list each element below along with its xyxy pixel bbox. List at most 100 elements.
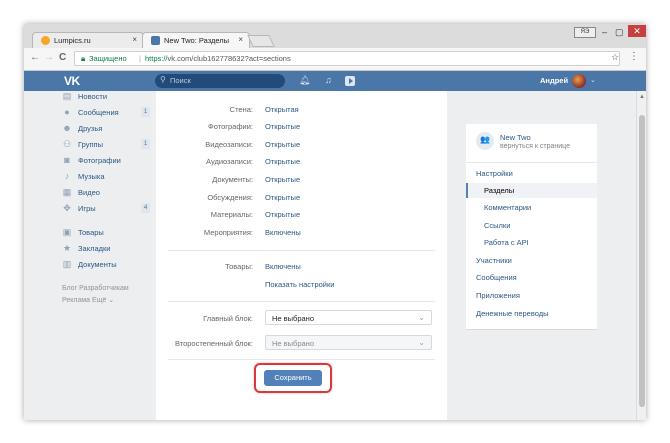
sidebar-item-music[interactable]: ♪ Музыка: [62, 170, 148, 184]
menu-item-comments[interactable]: Комментарии: [466, 200, 597, 215]
sidebar-item-news[interactable]: ▤ Новости: [62, 91, 148, 104]
section-value-link[interactable]: Включены: [265, 262, 301, 271]
section-label: Мероприятия:: [203, 228, 253, 237]
new-tab-button[interactable]: [247, 35, 275, 47]
sidebar-item-messages[interactable]: ● Сообщения 1: [62, 106, 150, 120]
section-row-videos: Видеозаписи: Открытые: [156, 140, 447, 152]
secondary-block-select[interactable]: Не выбрано ⌄: [265, 335, 432, 350]
menu-item-links[interactable]: Ссылки: [466, 218, 597, 233]
user-name[interactable]: Андрей: [540, 76, 568, 85]
maximize-button[interactable]: ▢: [615, 27, 624, 38]
menu-item-label: Сообщения: [476, 273, 517, 282]
section-value-link[interactable]: Открытые: [265, 210, 300, 219]
forward-button[interactable]: →: [44, 52, 54, 63]
vk-favicon-icon: [151, 36, 160, 45]
tab-close-icon[interactable]: ×: [132, 35, 137, 44]
sidebar-item-goods[interactable]: ▣ Товары: [62, 226, 148, 240]
music-note-icon[interactable]: ♫: [325, 75, 332, 85]
page-scrollbar[interactable]: ▲: [636, 91, 646, 420]
section-row-audio: Аудиозаписи: Открытые: [156, 157, 447, 169]
avatar[interactable]: [572, 74, 586, 88]
menu-item-sections[interactable]: Разделы: [466, 183, 597, 198]
address-separator: |: [139, 54, 141, 63]
news-icon: ▤: [62, 91, 72, 101]
section-label: Аудиозаписи:: [206, 157, 253, 166]
photos-icon: ◙: [64, 155, 70, 165]
play-icon[interactable]: [345, 76, 355, 86]
tab-title: New Two: Разделы: [164, 36, 230, 45]
tab-lumpics[interactable]: Lumpics.ru ×: [32, 32, 144, 48]
menu-item-members[interactable]: Участники: [466, 253, 597, 268]
search-icon: ⚲: [160, 75, 166, 84]
address-bar[interactable]: 🔒︎ Защищено | https://vk.com/club1627786…: [74, 51, 620, 66]
footer-links-more[interactable]: Реклама Ещё ⌄: [62, 296, 114, 304]
section-value-link[interactable]: Открытая: [265, 105, 299, 114]
window-close-button[interactable]: ✕: [628, 25, 646, 37]
chevron-down-icon[interactable]: ⌄: [590, 76, 596, 84]
bell-icon[interactable]: 🔔︎: [299, 75, 310, 86]
select-value: Не выбрано: [272, 314, 314, 323]
section-value-link[interactable]: Включены: [265, 228, 301, 237]
main-block-select[interactable]: Не выбрано ⌄: [265, 310, 432, 325]
section-value-link[interactable]: Открытые: [265, 157, 300, 166]
menu-item-label: Комментарии: [484, 203, 532, 212]
menu-item-messages[interactable]: Сообщения: [466, 270, 597, 285]
tab-title: Lumpics.ru: [54, 36, 91, 45]
footer-links[interactable]: Блог Разработчикам: [62, 285, 129, 292]
groups-icon: ⚇: [62, 139, 72, 149]
bookmark-star-icon[interactable]: ☆: [611, 52, 619, 63]
profile-badge[interactable]: ЯЭ: [574, 27, 596, 38]
section-row-wall: Стена: Открытая: [156, 105, 447, 117]
sidebar-item-label: Документы: [78, 260, 117, 269]
documents-icon: ▥: [62, 259, 72, 269]
sidebar-item-documents[interactable]: ▥ Документы: [62, 258, 148, 272]
browser-menu-icon[interactable]: ⋮: [629, 51, 639, 62]
minimize-button[interactable]: –: [602, 27, 607, 37]
sidebar-item-games[interactable]: ✥ Игры 4: [62, 202, 150, 216]
menu-item-label: Участники: [476, 256, 512, 265]
menu-item-label: Ссылки: [484, 221, 511, 230]
browser-toolbar: ← → C 🔒︎ Защищено | https://vk.com/club1…: [24, 48, 646, 71]
section-label: Документы:: [212, 175, 253, 184]
section-row-materials: Материалы: Открытые: [156, 210, 447, 222]
menu-item-money-transfers[interactable]: Денежные переводы: [466, 306, 597, 321]
sidebar-item-friends[interactable]: ☻ Друзья: [62, 122, 148, 136]
vk-header: VK ⚲ Поиск 🔔︎ ♫ Андрей ⌄: [24, 71, 646, 91]
section-value-link[interactable]: Открытые: [265, 140, 300, 149]
club-name[interactable]: New Two: [500, 133, 531, 142]
url-scheme: https://: [145, 54, 168, 63]
club-header[interactable]: New Two вернуться к странице: [466, 124, 597, 163]
menu-item-api[interactable]: Работа с API: [466, 235, 597, 250]
tab-new-two[interactable]: New Two: Разделы ×: [142, 32, 250, 48]
section-value-link[interactable]: Открытые: [265, 175, 300, 184]
chevron-down-icon: ⌄: [418, 313, 425, 322]
menu-item-label: Приложения: [476, 291, 520, 300]
section-label: Фотографии:: [208, 122, 253, 131]
main-block-label: Главный блок:: [203, 314, 253, 323]
section-row-goods: Товары: Включены: [156, 262, 447, 274]
lumpics-favicon-icon: [41, 36, 50, 45]
reload-button[interactable]: C: [59, 52, 66, 63]
back-button[interactable]: ←: [30, 52, 40, 63]
search-input[interactable]: ⚲ Поиск: [155, 74, 285, 88]
section-value-link[interactable]: Открытые: [265, 122, 300, 131]
scroll-up-icon[interactable]: ▲: [639, 94, 645, 100]
sidebar-item-bookmarks[interactable]: ★ Закладки: [62, 242, 148, 256]
vk-logo[interactable]: VK: [64, 74, 80, 88]
right-menu: New Two вернуться к странице Настройки Р…: [466, 124, 597, 329]
back-to-page-link[interactable]: вернуться к странице: [500, 143, 570, 150]
menu-item-settings[interactable]: Настройки: [466, 166, 597, 181]
sidebar-item-video[interactable]: ▦ Видео: [62, 186, 148, 200]
section-value-link[interactable]: Открытые: [265, 193, 300, 202]
divider: [168, 359, 435, 360]
divider: [168, 301, 435, 302]
menu-item-apps[interactable]: Приложения: [466, 288, 597, 303]
tab-close-icon[interactable]: ×: [238, 35, 243, 44]
chevron-down-icon: ⌄: [418, 338, 425, 347]
show-settings-link[interactable]: Показать настройки: [265, 280, 334, 289]
sidebar-item-groups[interactable]: ⚇ Группы 1: [62, 138, 150, 152]
scrollbar-thumb[interactable]: [639, 115, 645, 407]
secondary-block-label: Второстепенный блок:: [174, 339, 253, 348]
count-badge: 4: [141, 203, 150, 213]
sidebar-item-photos[interactable]: ◙ Фотографии: [62, 154, 148, 168]
